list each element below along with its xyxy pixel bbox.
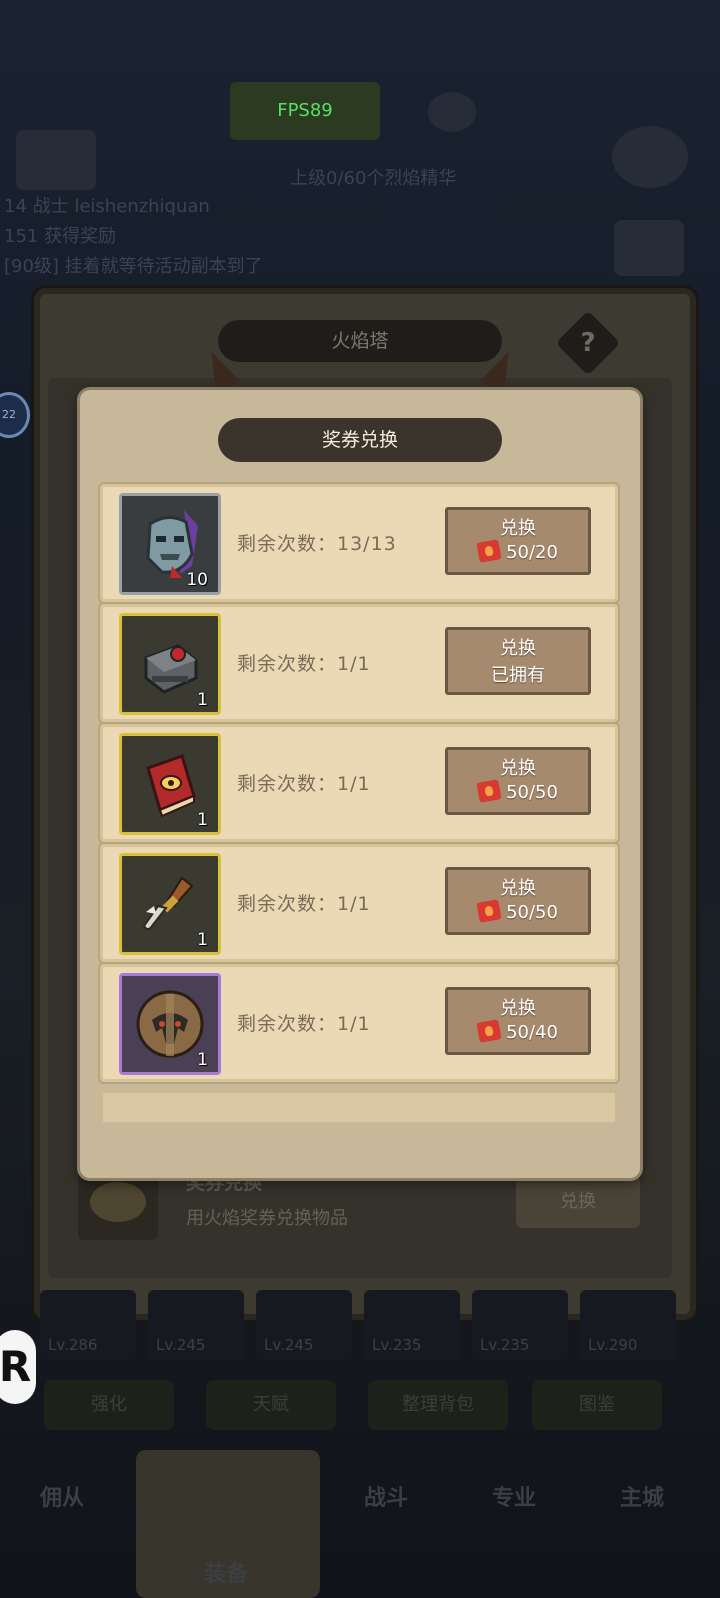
equip-slot[interactable]: Lv.286 <box>40 1290 136 1360</box>
nav-followers[interactable]: 佣从 <box>40 1480 84 1512</box>
remaining-count: 剩余次数：1/1 <box>237 773 371 795</box>
cost-text: 50/20 <box>506 542 558 563</box>
nav-equipment[interactable]: 装备 <box>204 1556 248 1588</box>
exchange-row: 1 剩余次数：1/1 兑换 50/50 <box>100 844 618 962</box>
help-button[interactable]: ? <box>555 310 621 376</box>
exchange-button[interactable]: 兑换 已拥有 <box>445 627 591 695</box>
book-icon <box>614 220 684 276</box>
chest-icon <box>16 130 96 190</box>
exchange-row: 1 剩余次数：1/1 兑换 50/50 <box>100 724 618 842</box>
fire-ticket-icon <box>476 539 502 563</box>
talent-button[interactable]: 天赋 <box>206 1380 336 1430</box>
equip-slot[interactable]: Lv.245 <box>256 1290 352 1360</box>
equip-slot[interactable]: Lv.235 <box>472 1290 568 1360</box>
item-quantity: 1 <box>197 930 208 950</box>
sort-bag-button[interactable]: 整理背包 <box>368 1380 508 1430</box>
equip-slot[interactable]: Lv.245 <box>148 1290 244 1360</box>
exchange-label: 兑换 <box>500 998 536 1019</box>
nav-battle[interactable]: 战斗 <box>364 1480 408 1512</box>
open-exchange-button[interactable]: 兑换 <box>516 1176 640 1228</box>
item-quantity: 10 <box>186 570 208 590</box>
codex-button[interactable]: 图鉴 <box>532 1380 662 1430</box>
exchange-row: 10 剩余次数：13/13 兑换 50/20 <box>100 484 618 602</box>
gear-icon <box>612 126 688 188</box>
enhance-button[interactable]: 强化 <box>44 1380 174 1430</box>
list-bottom-padding <box>96 1122 624 1178</box>
exchange-button[interactable]: 兑换 50/50 <box>445 867 591 935</box>
fire-tower-title: 火焰塔 <box>218 320 502 362</box>
equipment-level-row: Lv.286 Lv.245 Lv.245 Lv.235 Lv.235 Lv.29… <box>40 1290 680 1370</box>
item-quantity: 1 <box>197 810 208 830</box>
exchange-list[interactable]: 10 剩余次数：13/13 兑换 50/20 1 剩余次数：1/1 兑换 已拥有 <box>96 480 624 1122</box>
item-icon-frame[interactable]: 10 <box>119 493 221 595</box>
voucher-coin-icon <box>90 1182 146 1222</box>
bg-chat-line: 151 获得奖励 <box>4 226 117 247</box>
exchange-button[interactable]: 兑换 50/20 <box>445 507 591 575</box>
nav-town[interactable]: 主城 <box>620 1480 664 1512</box>
exchange-label: 兑换 <box>500 518 536 539</box>
cost-text: 50/50 <box>506 782 558 803</box>
remaining-count: 剩余次数：13/13 <box>237 533 397 555</box>
item-icon-frame[interactable]: 1 <box>119 733 221 835</box>
r-floating-button[interactable]: R <box>0 1330 36 1404</box>
fire-ticket-icon <box>476 899 502 923</box>
bg-progress-text: 上级0/60个烈焰精华 <box>290 168 457 189</box>
exchange-button[interactable]: 兑换 50/40 <box>445 987 591 1055</box>
refresh-icon <box>428 92 476 132</box>
cost-text: 50/40 <box>506 1022 558 1043</box>
remaining-count: 剩余次数：1/1 <box>237 1013 371 1035</box>
fire-ticket-icon <box>476 1019 502 1043</box>
bg-chat-line: 14 战士 leishenzhiquan <box>4 196 210 217</box>
exchange-row: 1 剩余次数：1/1 兑换 已拥有 <box>100 604 618 722</box>
equip-slot[interactable]: Lv.235 <box>364 1290 460 1360</box>
remaining-count: 剩余次数：1/1 <box>237 653 371 675</box>
fps-counter: FPS89 <box>230 82 380 140</box>
item-icon-frame[interactable]: 1 <box>119 853 221 955</box>
owned-label: 已拥有 <box>491 665 545 686</box>
bg-chat-line: [90级] 挂着就等待活动副本到了 <box>4 256 263 277</box>
remaining-count: 剩余次数：1/1 <box>237 893 371 915</box>
item-quantity: 1 <box>197 1050 208 1070</box>
exchange-row: 1 剩余次数：1/1 兑换 50/40 <box>100 964 618 1082</box>
exchange-button[interactable]: 兑换 50/50 <box>445 747 591 815</box>
item-icon-frame[interactable]: 1 <box>119 613 221 715</box>
item-quantity: 1 <box>197 690 208 710</box>
modal-title: 奖券兑换 <box>218 418 502 462</box>
nav-profession[interactable]: 专业 <box>492 1480 536 1512</box>
exchange-label: 兑换 <box>500 878 536 899</box>
exchange-label: 兑换 <box>500 758 536 779</box>
exchange-label: 兑换 <box>500 638 536 659</box>
fire-ticket-icon <box>476 779 502 803</box>
voucher-section-desc: 用火焰奖券兑换物品 <box>186 1208 348 1229</box>
exchange-row-partial <box>100 1090 618 1122</box>
item-icon-frame[interactable]: 1 <box>119 973 221 1075</box>
equip-slot[interactable]: Lv.290 <box>580 1290 676 1360</box>
cost-text: 50/50 <box>506 902 558 923</box>
question-icon: ? <box>580 328 596 358</box>
